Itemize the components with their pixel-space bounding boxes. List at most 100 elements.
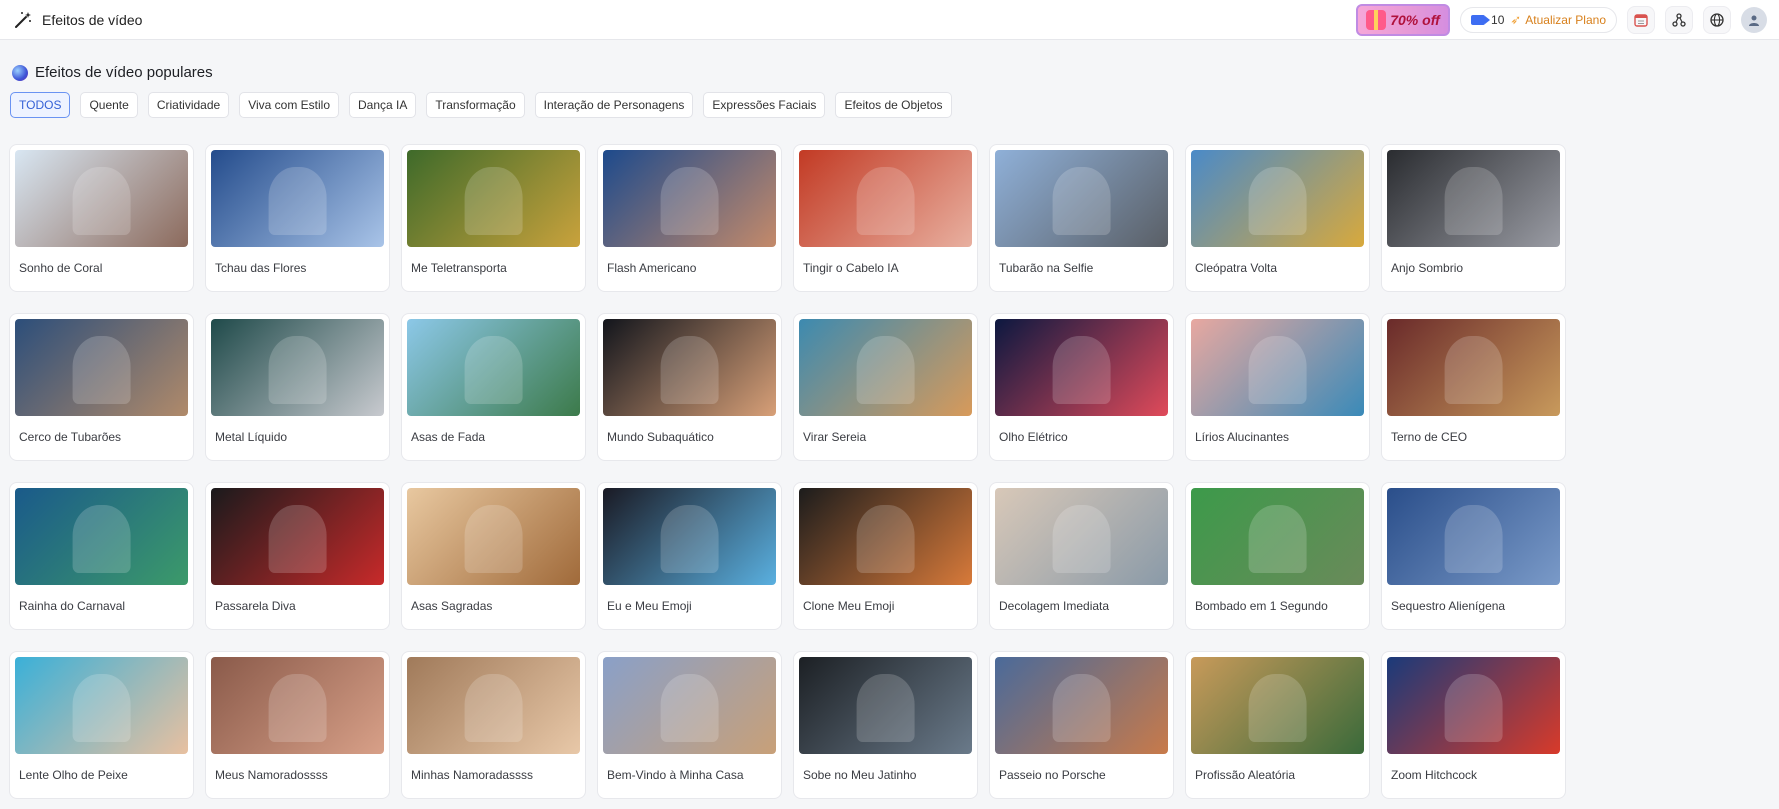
effect-card[interactable]: Eu e Meu Emoji: [597, 482, 782, 630]
effect-card[interactable]: Rainha do Carnaval: [9, 482, 194, 630]
effect-card[interactable]: Tchau das Flores: [205, 144, 390, 292]
effect-title: Passarela Diva: [215, 599, 296, 613]
effect-title: Tingir o Cabelo IA: [803, 261, 899, 275]
effect-thumbnail[interactable]: [1387, 488, 1560, 585]
plan-status-pill[interactable]: 10 ➶ Atualizar Plano: [1460, 6, 1617, 33]
effect-title: Asas de Fada: [411, 430, 486, 444]
effect-card[interactable]: Asas de Fada: [401, 313, 586, 461]
user-avatar[interactable]: [1741, 6, 1767, 33]
effect-title: Mundo Subaquático: [607, 430, 714, 444]
effect-card[interactable]: Bem-Vindo à Minha Casa: [597, 651, 782, 799]
effect-card[interactable]: Me Teletransporta: [401, 144, 586, 292]
effect-card[interactable]: Tubarão na Selfie: [989, 144, 1174, 292]
filter-chip-6[interactable]: Interação de Personagens: [534, 92, 694, 118]
effect-thumbnail[interactable]: [799, 657, 972, 754]
effect-card[interactable]: Zoom Hitchcock: [1381, 651, 1566, 799]
filter-chip-2[interactable]: Criatividade: [147, 92, 230, 118]
effect-thumbnail[interactable]: [1191, 150, 1364, 247]
effect-card[interactable]: Passeio no Porsche: [989, 651, 1174, 799]
filter-chip-1[interactable]: Quente: [80, 92, 138, 118]
filter-chip-5[interactable]: Transformação: [426, 92, 525, 118]
effect-title: Terno de CEO: [1391, 430, 1468, 444]
effect-thumbnail[interactable]: [407, 488, 580, 585]
language-button[interactable]: [1703, 5, 1731, 34]
effect-thumbnail[interactable]: [211, 319, 384, 416]
effect-thumbnail[interactable]: [211, 488, 384, 585]
effect-thumbnail[interactable]: [15, 657, 188, 754]
effect-thumbnail[interactable]: [15, 319, 188, 416]
effect-card[interactable]: Meus Namoradossss: [205, 651, 390, 799]
effect-thumbnail[interactable]: [995, 319, 1168, 416]
effect-thumbnail[interactable]: [603, 657, 776, 754]
effect-card[interactable]: Anjo Sombrio: [1381, 144, 1566, 292]
calendar-icon: [1634, 13, 1648, 27]
effect-card[interactable]: Flash Americano: [597, 144, 782, 292]
effect-card[interactable]: Profissão Aleatória: [1185, 651, 1370, 799]
rocket-icon: ➶: [1510, 11, 1522, 27]
effect-thumbnail[interactable]: [799, 150, 972, 247]
effect-title: Olho Elétrico: [999, 430, 1068, 444]
effect-thumbnail[interactable]: [1387, 657, 1560, 754]
effect-thumbnail[interactable]: [603, 488, 776, 585]
effect-thumbnail[interactable]: [799, 319, 972, 416]
effect-thumbnail[interactable]: [211, 150, 384, 247]
effect-title: Anjo Sombrio: [1391, 261, 1464, 275]
effect-card[interactable]: Terno de CEO: [1381, 313, 1566, 461]
effect-thumbnail[interactable]: [15, 150, 188, 247]
effect-card[interactable]: Sequestro Alienígena: [1381, 482, 1566, 630]
effect-title: Tchau das Flores: [215, 261, 307, 275]
promo-discount-button[interactable]: 70% off: [1356, 3, 1451, 36]
effect-thumbnail[interactable]: [1191, 488, 1364, 585]
effect-card[interactable]: Cerco de Tubarões: [9, 313, 194, 461]
effect-title: Sequestro Alienígena: [1391, 599, 1506, 613]
effect-card[interactable]: Lente Olho de Peixe: [9, 651, 194, 799]
effect-thumbnail[interactable]: [603, 150, 776, 247]
effect-title: Decolagem Imediata: [999, 599, 1110, 613]
effect-thumbnail[interactable]: [995, 657, 1168, 754]
effect-thumbnail[interactable]: [1191, 319, 1364, 416]
effect-card[interactable]: Bombado em 1 Segundo: [1185, 482, 1370, 630]
effect-title: Me Teletransporta: [411, 261, 507, 275]
effect-thumbnail[interactable]: [995, 488, 1168, 585]
effect-thumbnail[interactable]: [995, 150, 1168, 247]
effect-card[interactable]: Tingir o Cabelo IA: [793, 144, 978, 292]
effect-card[interactable]: Asas Sagradas: [401, 482, 586, 630]
calendar-button[interactable]: [1627, 5, 1655, 34]
effect-card[interactable]: Cleópatra Volta: [1185, 144, 1370, 292]
filter-chip-7[interactable]: Expressões Faciais: [703, 92, 826, 118]
effect-title: Zoom Hitchcock: [1391, 768, 1478, 782]
effect-card[interactable]: Sobe no Meu Jatinho: [793, 651, 978, 799]
effect-thumbnail[interactable]: [1191, 657, 1364, 754]
effect-thumbnail[interactable]: [407, 319, 580, 416]
effect-thumbnail[interactable]: [407, 657, 580, 754]
effect-card[interactable]: Passarela Diva: [205, 482, 390, 630]
globe-icon: [1710, 12, 1724, 27]
filter-chip-0[interactable]: TODOS: [10, 92, 71, 118]
effect-card[interactable]: Clone Meu Emoji: [793, 482, 978, 630]
effect-thumbnail[interactable]: [15, 488, 188, 585]
effect-thumbnail[interactable]: [211, 657, 384, 754]
filter-chip-4[interactable]: Dança IA: [349, 92, 417, 118]
top-bar: Efeitos de vídeo 70% off 10 ➶ Atualizar …: [0, 0, 1779, 40]
effect-card[interactable]: Decolagem Imediata: [989, 482, 1174, 630]
effect-thumbnail[interactable]: [603, 319, 776, 416]
effect-card[interactable]: Olho Elétrico: [989, 313, 1174, 461]
upgrade-plan-button[interactable]: ➶ Atualizar Plano: [1510, 12, 1606, 28]
effect-thumbnail[interactable]: [1387, 150, 1560, 247]
effect-thumbnail[interactable]: [799, 488, 972, 585]
effect-card[interactable]: Metal Líquido: [205, 313, 390, 461]
effects-grid: Sonho de Coral Tchau das Flores Me Teletra…: [9, 144, 1566, 799]
effect-thumbnail[interactable]: [407, 150, 580, 247]
effect-card[interactable]: Sonho de Coral: [9, 144, 194, 292]
effect-title: Tubarão na Selfie: [999, 261, 1094, 275]
effect-card[interactable]: Virar Sereia: [793, 313, 978, 461]
filter-chip-8[interactable]: Efeitos de Objetos: [835, 92, 952, 118]
effect-card[interactable]: Lírios Alucinantes: [1185, 313, 1370, 461]
effect-card[interactable]: Mundo Subaquático: [597, 313, 782, 461]
share-button[interactable]: [1665, 5, 1693, 34]
user-avatar-icon: [1749, 15, 1759, 26]
filter-chip-3[interactable]: Viva com Estilo: [239, 92, 340, 118]
effect-title: Rainha do Carnaval: [19, 599, 126, 613]
effect-card[interactable]: Minhas Namoradassss: [401, 651, 586, 799]
effect-thumbnail[interactable]: [1387, 319, 1560, 416]
